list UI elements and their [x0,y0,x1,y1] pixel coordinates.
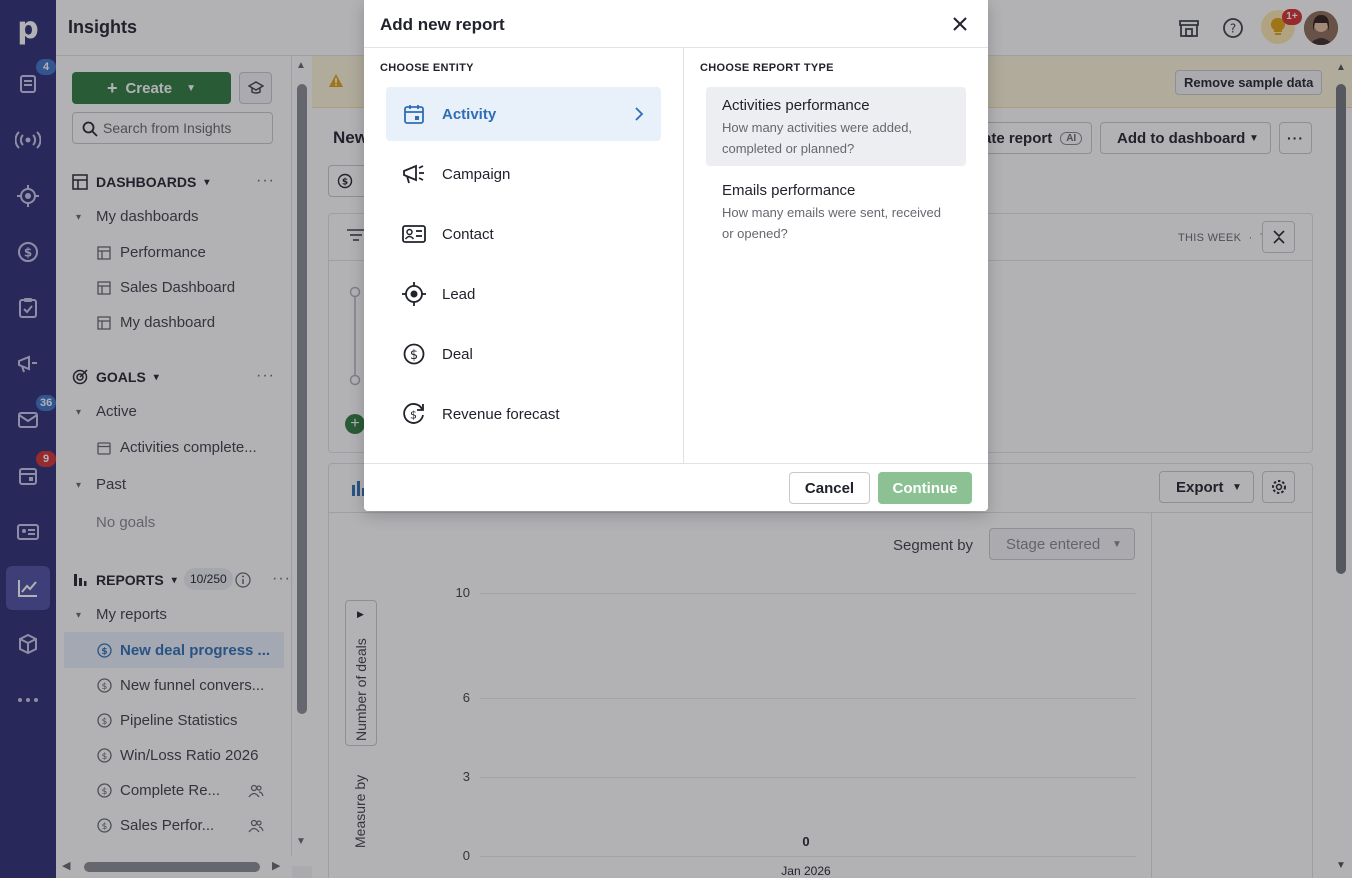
report-type-heading: CHOOSE REPORT TYPE [700,62,834,74]
entity-revenue-forecast[interactable]: $ Revenue forecast [386,387,661,441]
svg-text:$: $ [410,409,417,422]
cancel-button[interactable]: Cancel [789,472,870,504]
entity-contact[interactable]: Contact [386,207,661,261]
modal-header: Add new report [364,0,988,48]
continue-button[interactable]: Continue [878,472,972,504]
entity-deal[interactable]: $ Deal [386,327,661,381]
scroll-up-icon[interactable]: ▲ [1336,62,1346,73]
report-type-title: Activities performance [722,97,870,114]
revenue-forecast-icon: $ [402,402,426,426]
chevron-right-icon [634,106,644,122]
entity-label: Deal [442,346,473,363]
modal-divider [683,48,684,463]
modal-footer: Cancel Continue [364,463,988,511]
entity-label: Revenue forecast [442,406,560,423]
entity-campaign[interactable]: Campaign [386,147,661,201]
report-type-desc: How many activities were added, complete… [722,120,913,156]
report-type-activities-performance[interactable]: Activities performance How many activiti… [706,87,966,166]
megaphone-icon [402,162,426,186]
scrollbar-thumb[interactable] [1336,84,1346,574]
entity-activity[interactable]: Activity [386,87,661,141]
entity-label: Campaign [442,166,511,183]
scroll-down-icon[interactable]: ▼ [1336,860,1346,871]
target-icon [402,282,426,306]
calendar-icon [402,102,426,126]
entity-label: Lead [442,286,476,303]
contact-card-icon [402,222,426,246]
entity-label: Activity [442,106,497,123]
page-vertical-scrollbar[interactable]: ▲ ▼ [1332,56,1352,878]
entity-label: Contact [442,226,494,243]
entity-heading: CHOOSE ENTITY [380,62,474,74]
report-type-title: Emails performance [722,182,856,199]
add-report-modal: Add new report CHOOSE ENTITY CHOOSE REPO… [364,0,988,511]
modal-title: Add new report [380,15,505,34]
deal-icon: $ [402,342,426,366]
svg-text:$: $ [410,348,418,363]
entity-lead[interactable]: Lead [386,267,661,321]
report-type-desc: How many emails were sent, received or o… [722,205,941,241]
report-type-emails-performance[interactable]: Emails performance How many emails were … [706,172,966,251]
close-icon[interactable] [950,14,970,34]
